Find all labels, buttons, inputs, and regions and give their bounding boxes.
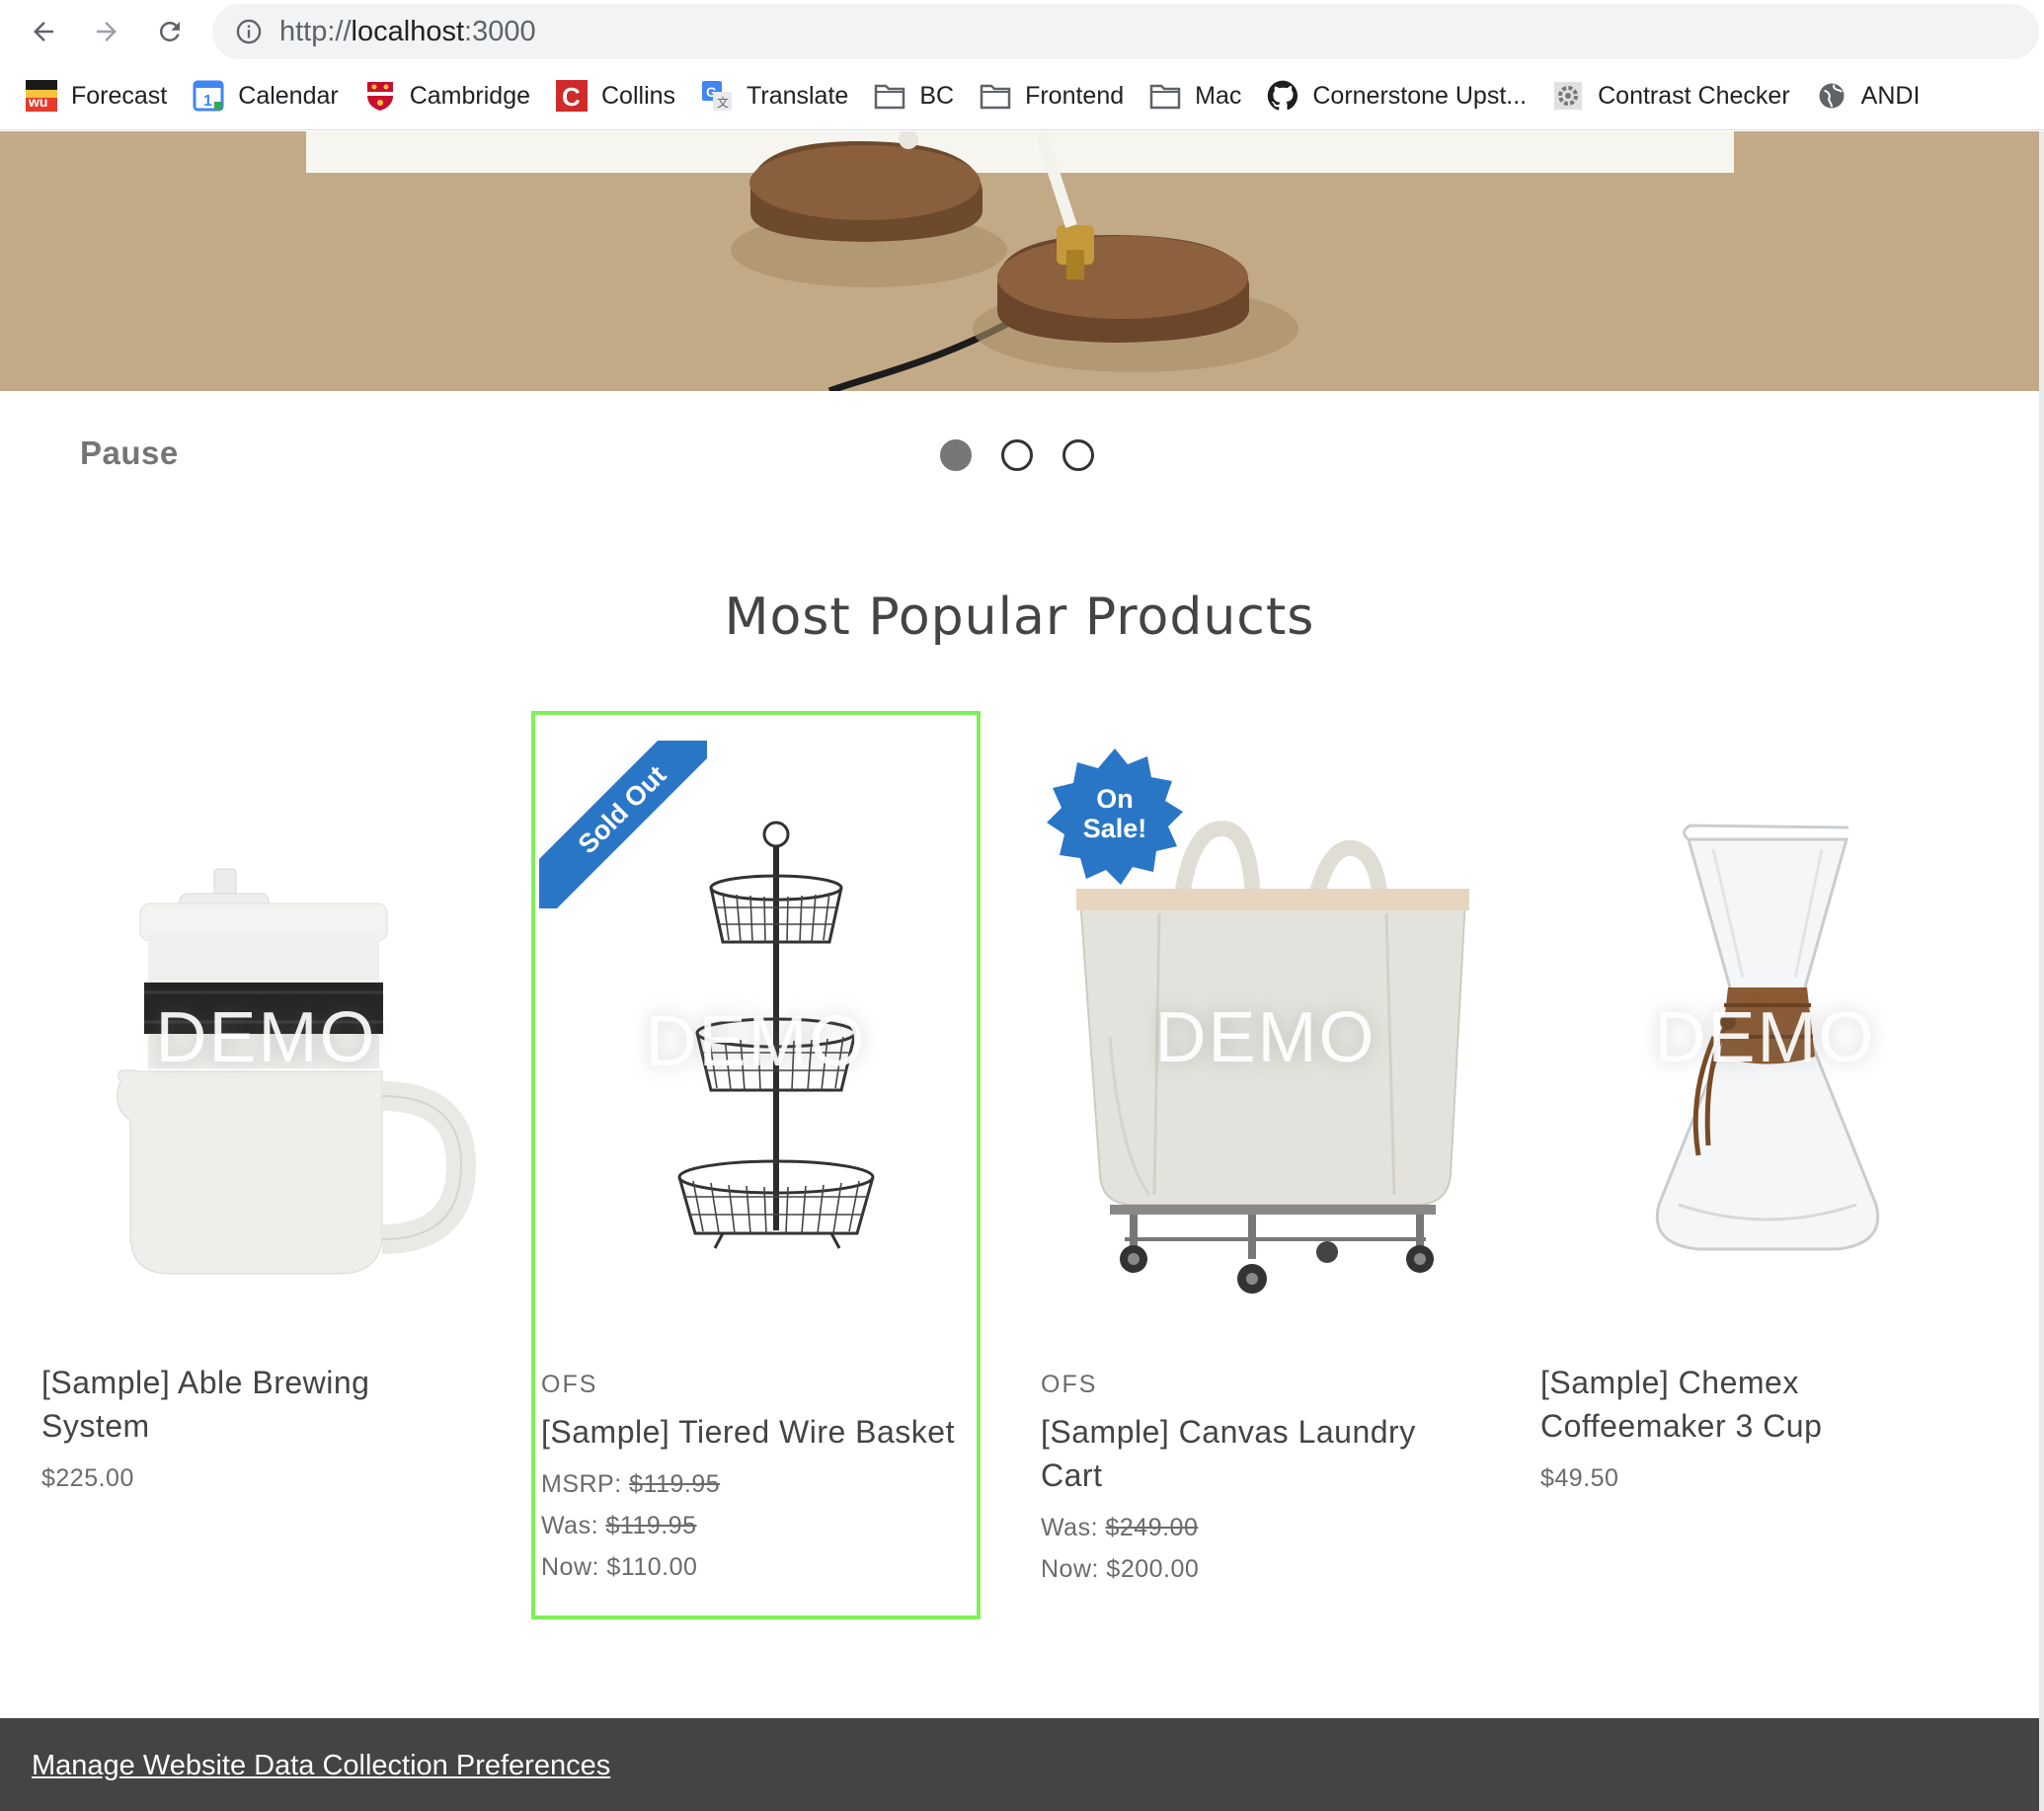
product-card-able-brewing[interactable]: DEMO [Sample] Able Brewing System $225.0… (41, 711, 491, 1619)
folder-icon (1149, 80, 1181, 112)
svg-text:wu: wu (28, 94, 47, 110)
product-was-price: Was: $249.00 (1041, 1514, 1199, 1541)
url-text: http://localhost:3000 (279, 15, 536, 47)
bookmark-folder-bc[interactable]: BC (874, 80, 954, 112)
bookmark-folder-mac[interactable]: Mac (1149, 80, 1241, 112)
bookmark-folder-frontend[interactable]: Frontend (980, 80, 1124, 112)
svg-text:C: C (562, 82, 581, 112)
product-title[interactable]: [Sample] Canvas Laundry Cart (1041, 1410, 1416, 1497)
svg-text:1: 1 (203, 93, 212, 110)
forward-arrow-icon (97, 22, 117, 41)
product-brand: OFS (1041, 1371, 1098, 1398)
demo-watermark: DEMO (1154, 998, 1376, 1077)
gear-icon (1552, 80, 1584, 112)
product-was-price: Was: $119.95 (541, 1512, 697, 1539)
calendar-icon: 1 (193, 80, 224, 112)
svg-text:文: 文 (717, 95, 729, 110)
manage-data-preferences-link[interactable]: Manage Website Data Collection Preferenc… (32, 1750, 610, 1782)
demo-watermark: DEMO (155, 998, 377, 1077)
info-icon[interactable] (234, 17, 264, 46)
back-arrow-icon (34, 22, 53, 41)
product-msrp: MSRP: $119.95 (541, 1470, 721, 1498)
github-icon (1267, 80, 1298, 112)
address-bar[interactable]: http://localhost:3000 (212, 4, 2039, 59)
hero-slide-image (0, 131, 2039, 391)
reload-button[interactable] (148, 10, 192, 53)
bookmark-cambridge[interactable]: Cambridge (364, 80, 530, 112)
product-title[interactable]: [Sample] Tiered Wire Basket (541, 1410, 955, 1454)
section-title: Most Popular Products (724, 588, 1315, 647)
lamp-bases-illustration (731, 131, 1298, 391)
product-title[interactable]: [Sample] Chemex Coffeemaker 3 Cup (1540, 1361, 1822, 1448)
bookmark-translate[interactable]: G文 Translate (701, 80, 848, 112)
bookmark-calendar[interactable]: 1 Calendar (193, 80, 339, 112)
product-now-price: Now: $110.00 (541, 1553, 698, 1581)
carousel-dots (940, 439, 1094, 471)
product-title[interactable]: [Sample] Able Brewing System (41, 1361, 369, 1448)
carousel-dot-1[interactable] (940, 439, 972, 471)
folder-icon (874, 80, 905, 112)
bookmark-collins[interactable]: C Collins (556, 80, 675, 112)
bookmark-contrast-checker[interactable]: Contrast Checker (1552, 80, 1790, 112)
carousel-dot-2[interactable] (1001, 439, 1033, 471)
wunderground-icon: wu (26, 80, 57, 112)
cookie-preferences-footer: Manage Website Data Collection Preferenc… (0, 1718, 2039, 1811)
browser-chrome: http://localhost:3000 wu Forecast 1 Cale… (0, 0, 2044, 130)
demo-watermark: DEMO (1654, 998, 1876, 1077)
product-price: $225.00 (41, 1464, 134, 1492)
back-button[interactable] (22, 10, 65, 53)
bookmark-andi[interactable]: ANDI (1816, 80, 1920, 112)
bookmark-cornerstone[interactable]: Cornerstone Upst... (1267, 80, 1527, 112)
bookmarks-bar: wu Forecast 1 Calendar Cambridge C Colli… (0, 71, 2044, 120)
translate-icon: G文 (701, 80, 733, 112)
folder-icon (980, 80, 1011, 112)
bookmark-forecast[interactable]: wu Forecast (26, 80, 167, 112)
carousel-dot-3[interactable] (1062, 439, 1094, 471)
page-scrollbar[interactable] (2039, 131, 2044, 1811)
product-card-chemex-coffeemaker[interactable]: DEMO [Sample] Chemex Coffeemaker 3 Cup $… (1540, 711, 1990, 1619)
on-sale-badge: On Sale! (1045, 747, 1185, 887)
cambridge-crest-icon (364, 80, 396, 112)
product-now-price: Now: $200.00 (1041, 1555, 1200, 1583)
product-card-tiered-wire-basket[interactable]: Sold Out DEMO OFS [Sample] Tiered Wire B… (531, 711, 981, 1619)
forward-button[interactable] (85, 10, 128, 53)
globe-icon (1816, 80, 1847, 112)
product-brand: OFS (541, 1371, 598, 1398)
collins-icon: C (556, 80, 588, 112)
carousel-pause-button[interactable]: Pause (80, 434, 179, 472)
product-card-canvas-laundry-cart[interactable]: On Sale! DEMO OFS [Sample] Canvas Laundry… (1041, 711, 1490, 1619)
demo-watermark: DEMO (645, 1002, 867, 1081)
reload-icon (159, 21, 180, 41)
product-price: $49.50 (1540, 1464, 1619, 1492)
